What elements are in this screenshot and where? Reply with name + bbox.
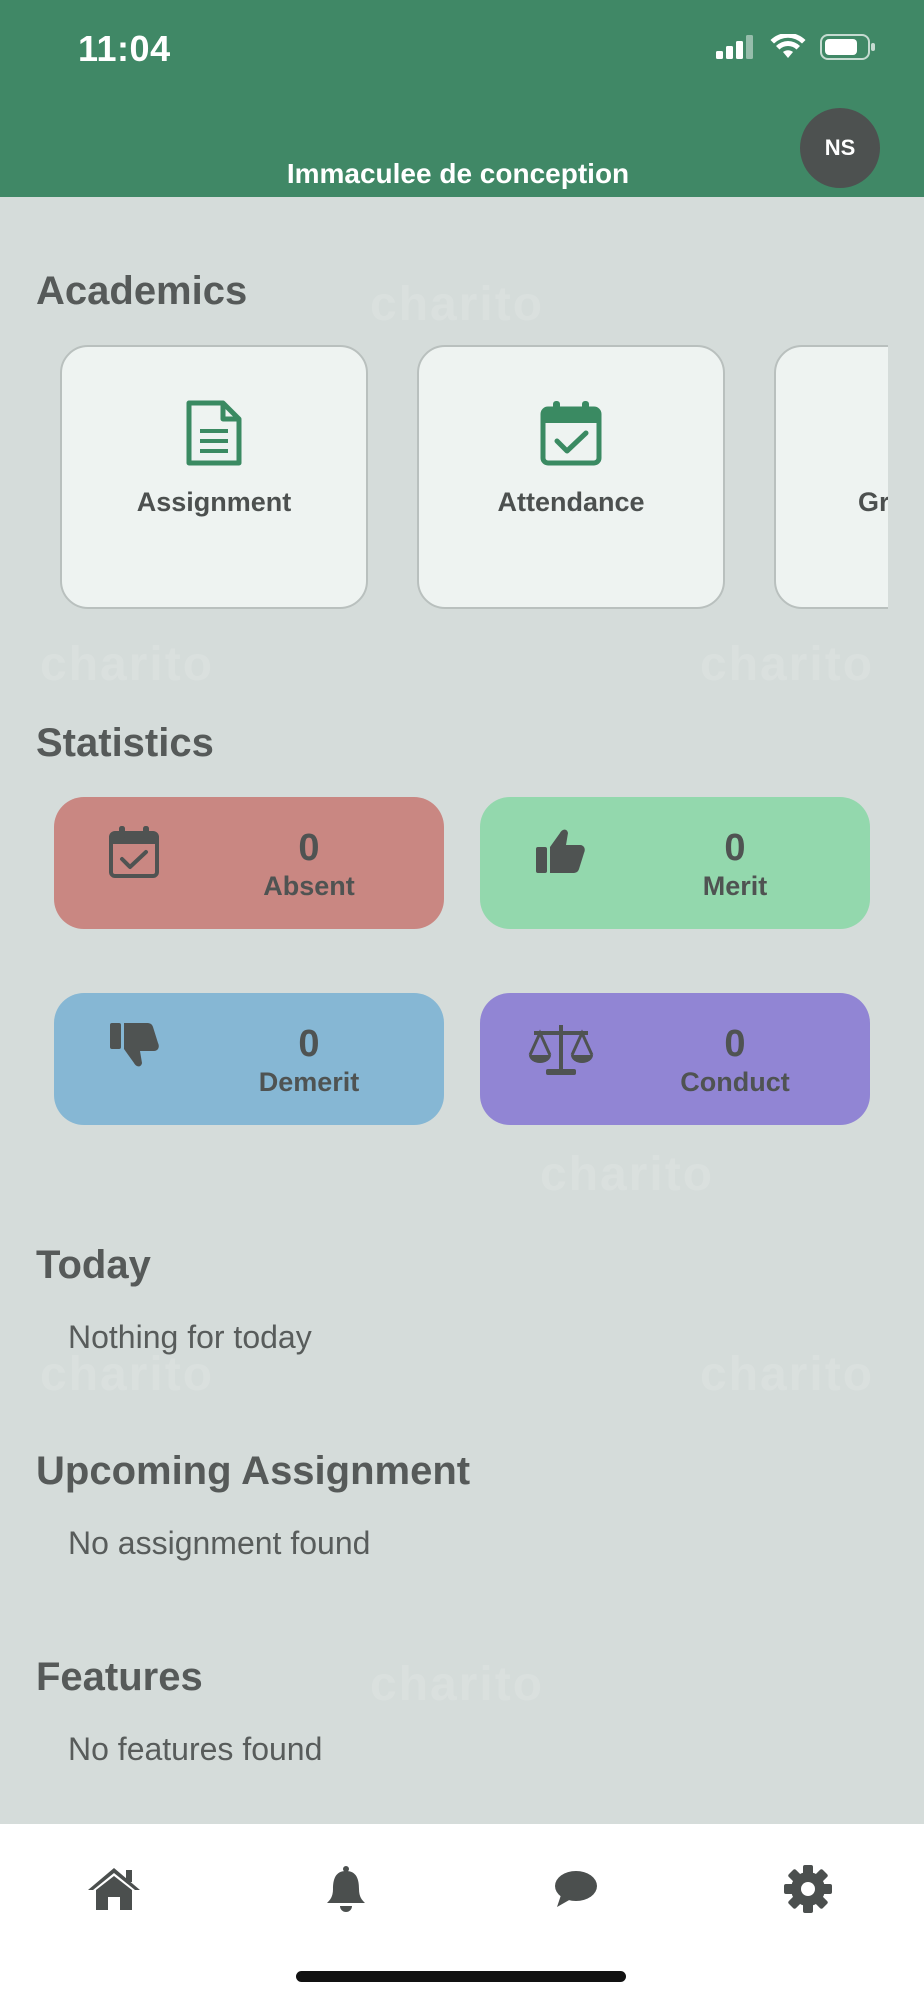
stat-value: 0 bbox=[298, 1023, 320, 1065]
assignment-tile[interactable]: Assignment bbox=[60, 345, 368, 609]
status-icons bbox=[716, 32, 876, 65]
document-icon bbox=[185, 399, 243, 472]
attendance-tile[interactable]: Attendance bbox=[417, 345, 725, 609]
watermark: charito bbox=[40, 638, 215, 691]
school-name: Immaculee de conception bbox=[286, 158, 630, 189]
today-title: Today bbox=[36, 1243, 151, 1287]
app-header: 11:04 NS Immaculee de conception bbox=[0, 0, 924, 197]
upcoming-empty-text: No assignment found bbox=[68, 1525, 371, 1561]
chat-icon bbox=[553, 1869, 599, 1914]
signal-icon bbox=[716, 35, 756, 64]
home-indicator[interactable] bbox=[296, 1971, 626, 1982]
stat-value: 0 bbox=[724, 1023, 746, 1065]
tab-notifications[interactable] bbox=[306, 1856, 386, 1926]
today-empty-text: Nothing for today bbox=[68, 1319, 312, 1355]
upcoming-assignment-title: Upcoming Assignment bbox=[36, 1449, 471, 1493]
conduct-stat[interactable]: 0 Conduct bbox=[480, 993, 870, 1125]
tab-messages[interactable] bbox=[536, 1856, 616, 1926]
bell-icon bbox=[325, 1865, 367, 1918]
watermark: charito bbox=[700, 638, 875, 691]
tab-settings[interactable] bbox=[768, 1856, 848, 1926]
absent-stat[interactable]: 0 Absent bbox=[54, 797, 444, 929]
watermark: charito bbox=[370, 1658, 545, 1711]
watermark: charito bbox=[540, 1148, 715, 1201]
stat-label: Merit bbox=[702, 871, 768, 901]
status-time: 11:04 bbox=[78, 28, 171, 69]
academics-carousel[interactable]: Assignment Attendance Gr bbox=[0, 345, 888, 615]
watermark: charito bbox=[370, 278, 545, 331]
gear-icon bbox=[783, 1864, 833, 1919]
tile-label: Attendance bbox=[497, 487, 645, 517]
grades-tile[interactable]: Gr bbox=[774, 345, 888, 609]
home-content[interactable]: charito charito charito charito charito … bbox=[0, 197, 924, 1824]
thumbs-up-icon bbox=[534, 825, 586, 880]
tile-label: Gr bbox=[858, 487, 888, 517]
calendar-check-icon bbox=[539, 399, 603, 472]
home-icon bbox=[86, 1866, 142, 1917]
calendar-check-icon bbox=[108, 825, 160, 884]
statistics-title: Statistics bbox=[36, 721, 214, 765]
battery-icon bbox=[820, 34, 876, 65]
features-empty-text: No features found bbox=[68, 1731, 323, 1767]
tile-label: Assignment bbox=[136, 487, 292, 517]
wifi-icon bbox=[770, 32, 806, 65]
scale-icon bbox=[528, 1021, 594, 1082]
academics-title: Academics bbox=[36, 269, 248, 313]
stat-value: 0 bbox=[298, 827, 320, 869]
thumbs-down-icon bbox=[108, 1021, 160, 1076]
tab-home[interactable] bbox=[74, 1856, 154, 1926]
stat-label: Demerit bbox=[258, 1067, 360, 1097]
stat-label: Conduct bbox=[680, 1067, 790, 1097]
watermark: charito bbox=[700, 1348, 875, 1401]
features-title: Features bbox=[36, 1655, 203, 1699]
stat-label: Absent bbox=[263, 871, 355, 901]
stat-value: 0 bbox=[724, 827, 746, 869]
merit-stat[interactable]: 0 Merit bbox=[480, 797, 870, 929]
demerit-stat[interactable]: 0 Demerit bbox=[54, 993, 444, 1125]
